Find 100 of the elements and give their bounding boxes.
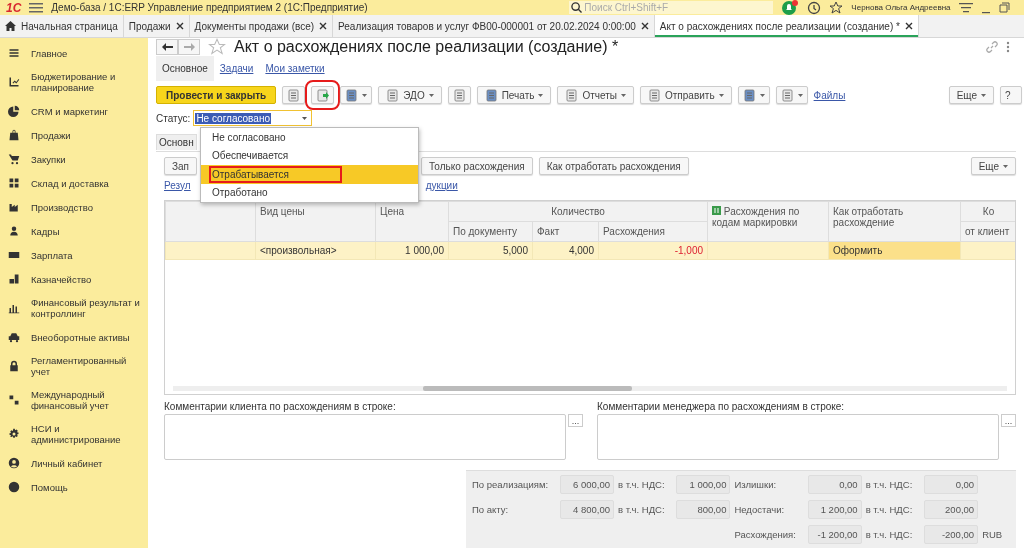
barcode-icon	[712, 206, 722, 215]
tab[interactable]: Документы продажи (все)	[189, 15, 334, 37]
tab-label: Начальная страница	[21, 20, 118, 32]
expand-button[interactable]: ...	[1001, 414, 1016, 427]
close-icon[interactable]	[904, 22, 913, 30]
toolbar-button[interactable]: Печать	[476, 86, 552, 104]
vat-value: -200,00	[924, 525, 979, 544]
cart-icon	[8, 153, 20, 165]
close-icon[interactable]	[319, 22, 328, 30]
toolbar-button[interactable]	[737, 86, 770, 104]
sidebar-item[interactable]: Бюджетирование и планирование	[0, 65, 148, 99]
scrollbar[interactable]	[173, 386, 1007, 391]
tab[interactable]: Основн	[156, 134, 197, 150]
more-button[interactable]: Еще	[970, 157, 1016, 175]
caret-icon	[981, 93, 986, 97]
toolbar-button[interactable]: Отчеты	[557, 86, 634, 104]
menu-item[interactable]: Обеспечивается	[201, 146, 418, 165]
sidebar-item[interactable]: Международный финансовый учет	[0, 383, 148, 417]
tab[interactable]: Мои заметки	[259, 56, 331, 81]
toolbar-button[interactable]	[340, 86, 373, 104]
star-icon[interactable]	[208, 38, 226, 56]
help-button[interactable]: ?	[1000, 86, 1022, 104]
history-icon[interactable]	[807, 0, 822, 15]
restore-icon[interactable]	[998, 2, 1010, 13]
sidebar-item[interactable]: Производство	[0, 195, 148, 219]
vat-value: 200,00	[924, 500, 979, 519]
caret-icon	[362, 93, 368, 97]
menu-item[interactable]: Не согласовано	[201, 128, 418, 147]
post-and-close-button[interactable]: Провести и закрыть	[156, 86, 277, 104]
vat-value: 0,00	[924, 475, 979, 494]
vat-label: в т.ч. НДС:	[617, 504, 666, 515]
caret-icon	[718, 93, 724, 97]
filter-icon[interactable]	[958, 1, 973, 14]
files-link[interactable]: Файлы	[813, 89, 846, 101]
caret-icon	[759, 93, 765, 97]
action-button[interactable]: Как отработать расхождения	[538, 157, 689, 175]
person-icon	[8, 225, 20, 237]
sidebar-item[interactable]: Казначейство	[0, 267, 148, 291]
menu-item[interactable]: Отрабатывается	[201, 165, 418, 184]
comment-field[interactable]	[164, 414, 566, 460]
sidebar-item[interactable]: Закупки	[0, 147, 148, 171]
toolbar-button[interactable]: Отправить	[640, 86, 732, 104]
more-button[interactable]: Еще	[948, 86, 994, 104]
sidebar-item[interactable]: Кадры	[0, 219, 148, 243]
sidebar-item[interactable]: Финансовый результат и контроллинг	[0, 291, 148, 325]
vat-label: в т.ч. НДС:	[865, 529, 914, 540]
tab[interactable]: Основное	[156, 56, 214, 81]
grid-icon	[8, 177, 20, 189]
table-cell: -1,000	[674, 245, 704, 256]
comment-field[interactable]	[597, 414, 999, 460]
expand-button[interactable]: ...	[568, 414, 583, 427]
sidebar-item[interactable]: Зарплата	[0, 243, 148, 267]
toolbar-button[interactable]	[447, 86, 471, 104]
tab-label: Документы продажи (все)	[194, 20, 315, 32]
sidebar-item[interactable]: Помощь	[0, 475, 148, 499]
caret-icon	[621, 93, 626, 97]
sidebar-item[interactable]: Продажи	[0, 123, 148, 147]
back-button[interactable]	[156, 39, 178, 55]
link-icon[interactable]	[986, 41, 998, 53]
more-icon[interactable]	[1006, 41, 1010, 53]
currency: RUB	[982, 529, 1004, 540]
field-label: Комментарии клиента по расхождениям в строке:	[164, 401, 397, 412]
sidebar-item[interactable]: Главное	[0, 41, 148, 65]
sidebar-item[interactable]: CRM и маркетинг	[0, 99, 148, 123]
sidebar-item[interactable]: Склад и доставка	[0, 171, 148, 195]
card-icon	[8, 249, 20, 261]
tab[interactable]: Акт о расхождениях после реализации (создание) *	[654, 15, 919, 37]
action-button[interactable]: Только расхождения	[421, 157, 533, 175]
vat-value: 1 000,00	[676, 475, 731, 494]
user-name[interactable]: Чернова Ольга Андреевна	[851, 3, 951, 12]
sidebar-item[interactable]: Личный кабинет	[0, 451, 148, 475]
total-label: По акту:	[472, 504, 510, 515]
total-value: 6 000,00	[559, 475, 614, 494]
action-button[interactable]: Зап	[164, 157, 198, 175]
star-icon[interactable]	[829, 0, 844, 15]
tab[interactable]: Продажи	[123, 15, 190, 37]
tab[interactable]: Начальная страница	[0, 15, 124, 37]
sidebar-item[interactable]: Регламентированный учет	[0, 349, 148, 383]
close-icon[interactable]	[175, 22, 184, 30]
lock-icon	[8, 360, 20, 372]
total-label: По реализациям:	[472, 479, 550, 490]
menu-icon[interactable]	[29, 1, 44, 14]
factory-icon	[8, 201, 20, 213]
link[interactable]: дукции	[425, 179, 458, 191]
toolbar-button[interactable]	[282, 86, 306, 104]
field-label: Комментарии менеджера по расхождениям в строке:	[597, 401, 846, 412]
close-icon[interactable]	[640, 22, 649, 30]
toolbar-button[interactable]: ЭДО	[378, 86, 442, 104]
total-value: 1 200,00	[807, 500, 862, 519]
menu-item[interactable]: Отработано	[201, 183, 418, 202]
sidebar-item[interactable]: Внеоборотные активы	[0, 325, 148, 349]
toolbar-button[interactable]	[775, 86, 808, 104]
tab[interactable]: Реализация товаров и услуг ФВ00-000001 от 20.02.2024 0:00:00	[333, 15, 655, 37]
link[interactable]: Резул	[164, 179, 191, 191]
table-cell: 4,000	[568, 245, 594, 256]
pie-chart-icon	[8, 105, 20, 117]
bell-icon[interactable]	[781, 0, 800, 15]
status-select[interactable]: Не согласовано	[193, 110, 313, 126]
sidebar-item[interactable]: НСИ и администрирование	[0, 417, 148, 451]
tab[interactable]: Задачи	[213, 56, 260, 81]
